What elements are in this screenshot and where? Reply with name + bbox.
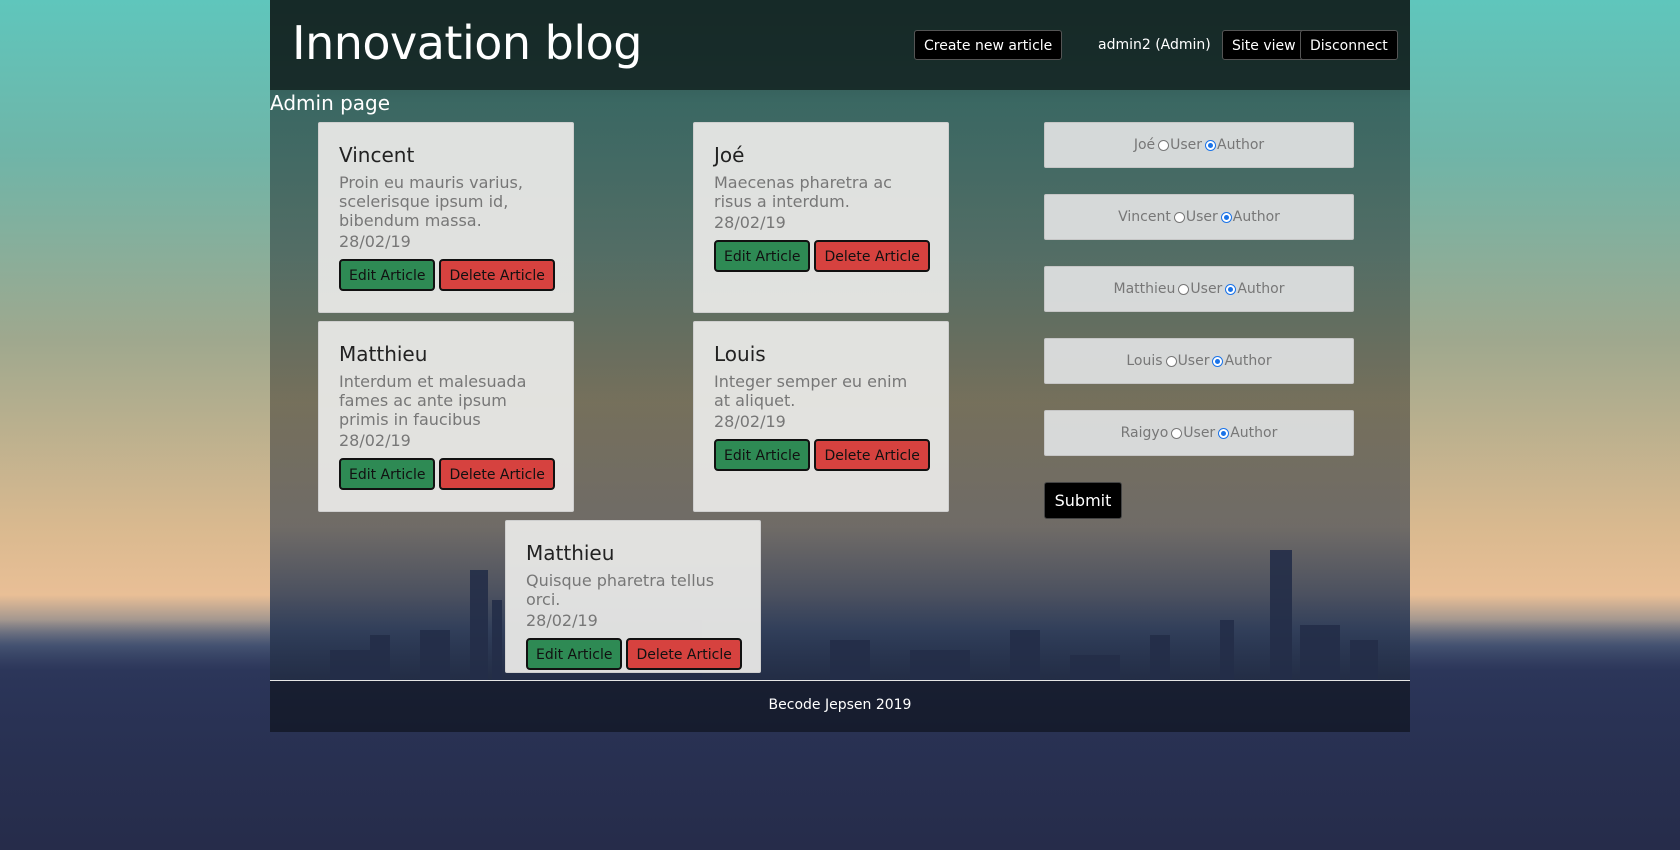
footer-text: Becode Jepsen 2019 [768,697,912,713]
article-card: Louis Integer semper eu enim at aliquet.… [693,321,949,512]
edit-article-button[interactable]: Edit Article [339,458,436,490]
user-radio[interactable] [1178,283,1190,295]
role-row: Raigyo User Author [1044,410,1354,456]
edit-article-button[interactable]: Edit Article [714,240,811,272]
article-date: 28/02/19 [714,213,786,232]
author-option-label: Author [1224,353,1272,369]
article-date: 28/02/19 [339,431,411,450]
role-user-name: Joé [1133,137,1156,153]
role-user-name: Matthieu [1113,281,1176,297]
article-card: Matthieu Interdum et malesuada fames ac … [318,321,574,512]
role-row: Louis User Author [1044,338,1354,384]
create-article-button[interactable]: Create new article [914,30,1063,60]
role-user-name: Louis [1126,353,1163,369]
delete-article-button[interactable]: Delete Article [814,240,930,272]
user-radio[interactable] [1165,355,1177,367]
edit-article-button[interactable]: Edit Article [526,638,623,670]
article-author: Joé [714,143,745,167]
current-user-label: admin2 (Admin) [1098,37,1211,53]
footer: Becode Jepsen 2019 [270,680,1410,732]
user-option-label: User [1190,281,1223,297]
role-row: Matthieu User Author [1044,266,1354,312]
disconnect-button[interactable]: Disconnect [1300,30,1398,60]
page-container: Innovation blog Create new article admin… [270,0,1410,732]
edit-article-button[interactable]: Edit Article [714,439,811,471]
article-actions: Edit Article Delete Article [714,439,930,471]
author-option-label: Author [1230,425,1278,441]
article-author: Louis [714,342,766,366]
role-user-name: Raigyo [1120,425,1169,441]
article-author: Matthieu [526,541,615,565]
article-excerpt: Maecenas pharetra ac risus a interdum. [714,173,892,211]
article-date: 28/02/19 [339,232,411,251]
article-date: 28/02/19 [526,611,598,630]
article-excerpt: Interdum et malesuada fames ac ante ipsu… [339,372,527,429]
delete-article-button[interactable]: Delete Article [439,458,555,490]
skyline-silhouette [270,530,1410,680]
edit-article-button[interactable]: Edit Article [339,259,436,291]
author-option-label: Author [1232,209,1280,225]
author-option-label: Author [1217,137,1265,153]
article-card: Joé Maecenas pharetra ac risus a interdu… [693,122,949,313]
site-view-button[interactable]: Site view [1222,30,1306,60]
site-title[interactable]: Innovation blog [292,16,643,70]
page-title: Admin page [270,91,391,115]
user-option-label: User [1170,137,1203,153]
article-actions: Edit Article Delete Article [526,638,742,670]
article-excerpt: Proin eu mauris varius, scelerisque ipsu… [339,173,523,230]
top-header: Innovation blog Create new article admin… [270,0,1410,90]
role-user-name: Vincent [1118,209,1171,225]
user-option-label: User [1185,209,1218,225]
author-option-label: Author [1237,281,1285,297]
article-card: Matthieu Quisque pharetra tellus orci. 2… [505,520,761,673]
user-radio[interactable] [1173,211,1185,223]
user-option-label: User [1177,353,1210,369]
author-radio[interactable] [1205,139,1217,151]
article-actions: Edit Article Delete Article [339,259,555,291]
delete-article-button[interactable]: Delete Article [814,439,930,471]
article-date: 28/02/19 [714,412,786,431]
submit-button[interactable]: Submit [1044,482,1122,519]
article-author: Vincent [339,143,415,167]
author-radio[interactable] [1225,283,1237,295]
delete-article-button[interactable]: Delete Article [439,259,555,291]
article-author: Matthieu [339,342,428,366]
author-radio[interactable] [1212,355,1224,367]
author-radio[interactable] [1220,211,1232,223]
user-radio[interactable] [1158,139,1170,151]
article-excerpt: Quisque pharetra tellus orci. [526,571,715,609]
user-radio[interactable] [1171,427,1183,439]
article-excerpt: Integer semper eu enim at aliquet. [714,372,908,410]
article-actions: Edit Article Delete Article [714,240,930,272]
user-option-label: User [1183,425,1216,441]
role-row: Vincent User Author [1044,194,1354,240]
article-actions: Edit Article Delete Article [339,458,555,490]
author-radio[interactable] [1218,427,1230,439]
article-card: Vincent Proin eu mauris varius, sceleris… [318,122,574,313]
role-row: Joé User Author [1044,122,1354,168]
delete-article-button[interactable]: Delete Article [626,638,742,670]
